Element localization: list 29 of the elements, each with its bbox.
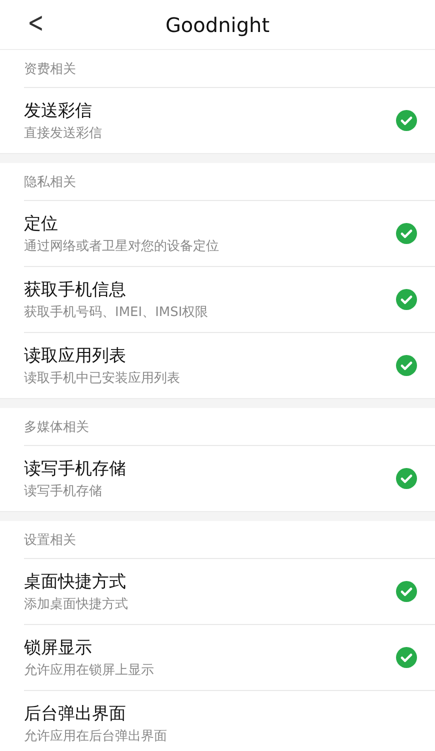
check-icon[interactable] (396, 355, 417, 376)
check-icon[interactable] (396, 647, 417, 668)
section-title: 设置相关 (24, 532, 76, 548)
permission-description: 允许应用在后台弹出界面 (24, 728, 168, 745)
permission-title: 锁屏显示 (24, 637, 93, 659)
permission-title: 定位 (24, 213, 59, 235)
permission-title: 读写手机存储 (24, 458, 127, 480)
permission-description: 读写手机存储 (24, 483, 103, 500)
permission-title: 后台弹出界面 (24, 703, 127, 725)
section-title: 隐私相关 (24, 174, 76, 190)
section-title: 资费相关 (24, 60, 76, 78)
permission-description: 读取手机中已安装应用列表 (24, 370, 181, 387)
permission-description: 允许应用在锁屏上显示 (24, 662, 155, 679)
permission-title: 桌面快捷方式 (24, 571, 127, 593)
permission-description: 获取手机号码、IMEI、IMSI权限 (24, 304, 210, 321)
check-icon[interactable] (396, 223, 417, 244)
permission-title: 获取手机信息 (24, 279, 127, 301)
section-title: 多媒体相关 (24, 418, 89, 436)
permission-description: 直接发送彩信 (24, 125, 103, 142)
check-icon[interactable] (396, 110, 417, 131)
page-title: Goodnight (165, 12, 270, 36)
check-icon[interactable] (396, 581, 417, 602)
permission-title: 发送彩信 (24, 100, 93, 122)
permission-title: 读取应用列表 (24, 345, 127, 367)
check-icon[interactable] (396, 289, 417, 310)
check-icon[interactable] (396, 468, 417, 489)
permission-description: 添加桌面快捷方式 (24, 596, 129, 613)
back-button[interactable]: < (24, 6, 47, 39)
permission-description: 通过网络或者卫星对您的设备定位 (24, 238, 220, 255)
